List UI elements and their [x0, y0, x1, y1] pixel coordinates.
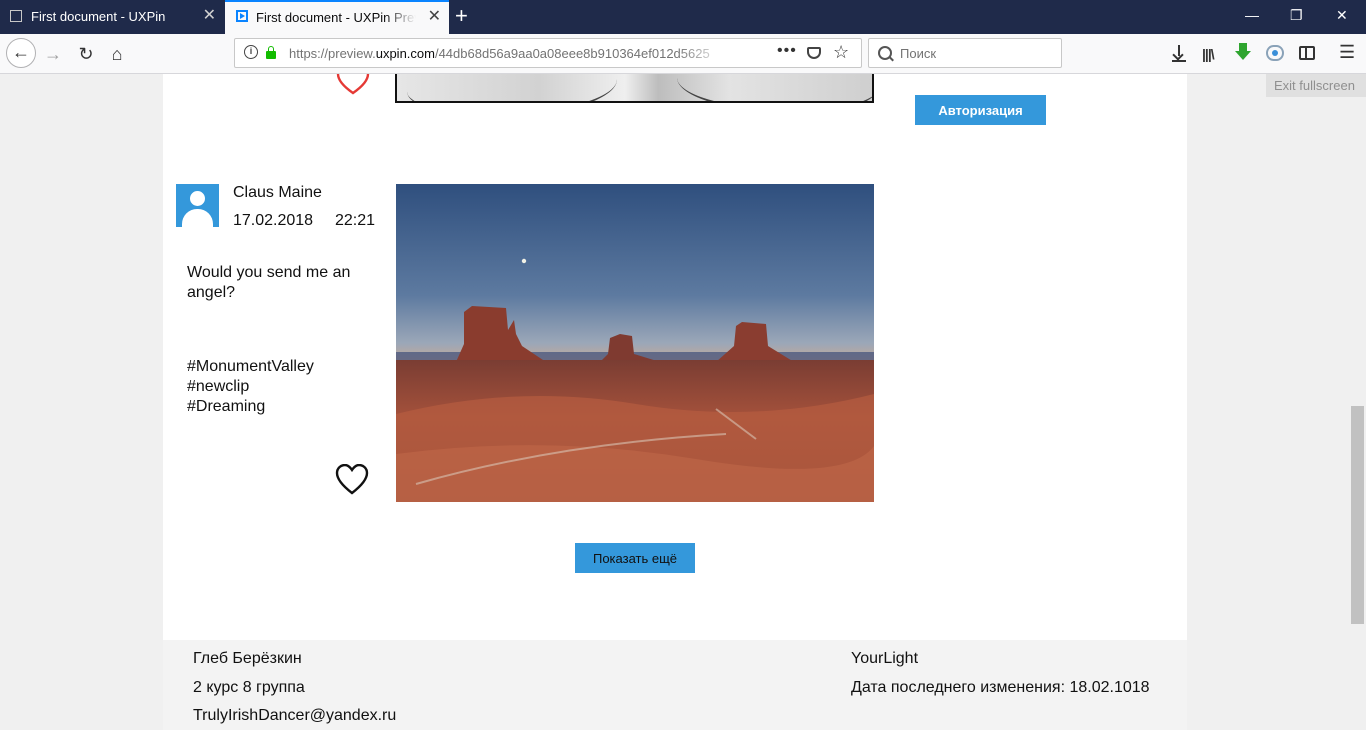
login-button[interactable]: Авторизация: [915, 95, 1046, 125]
home-button[interactable]: ⌂: [103, 40, 131, 68]
avatar[interactable]: [176, 184, 219, 227]
heart-icon[interactable]: [335, 464, 369, 496]
extension-download-icon[interactable]: [1235, 43, 1255, 63]
post-time: 22:21: [335, 212, 376, 229]
restore-icon[interactable]: ❐: [1290, 7, 1303, 24]
page-actions-icon[interactable]: •••: [777, 42, 797, 60]
uxpin-preview-icon: [236, 10, 248, 22]
footer-last-modified: Дата последнего изменения: 18.02.1018: [851, 679, 1150, 696]
sidebar-icon[interactable]: [1299, 46, 1315, 60]
url-text[interactable]: https://preview.uxpin.com/44db68d56a9aa0…: [289, 46, 729, 61]
user-icon: [190, 191, 205, 206]
post-photo[interactable]: [396, 184, 874, 502]
footer: Глеб Берёзкин 2 курс 8 группа TrulyIrish…: [163, 640, 1187, 730]
previous-post-photo: [395, 74, 874, 103]
hashtag-link[interactable]: #MonumentValley: [187, 357, 314, 377]
info-icon[interactable]: i: [244, 45, 258, 59]
post-date: 17.02.2018: [233, 212, 314, 229]
menu-icon[interactable]: ☰: [1339, 43, 1359, 63]
show-more-button[interactable]: Показать ещё: [575, 543, 695, 573]
bookmark-star-icon[interactable]: ☆: [833, 42, 849, 63]
back-button[interactable]: ←: [6, 38, 36, 68]
footer-group: 2 курс 8 группа: [193, 679, 305, 696]
heart-icon-liked[interactable]: [336, 74, 370, 96]
lock-icon: [266, 46, 276, 59]
close-window-icon[interactable]: ✕: [1336, 7, 1348, 24]
download-icon[interactable]: [1170, 44, 1190, 64]
navigation-toolbar: ← → ↻ ⌂ i https://preview.uxpin.com/44db…: [0, 34, 1366, 74]
close-tab-icon[interactable]: ✕: [203, 7, 216, 25]
close-tab-icon[interactable]: ✕: [428, 8, 441, 26]
exit-fullscreen-tooltip[interactable]: Exit fullscreen: [1266, 74, 1366, 97]
address-bar[interactable]: i https://preview.uxpin.com/44db68d56a9a…: [234, 38, 862, 68]
monument-valley-photo: [396, 184, 874, 502]
footer-email[interactable]: TrulyIrishDancer@yandex.ru: [193, 707, 396, 725]
post-tags: #MonumentValley #newclip #Dreaming: [187, 357, 314, 417]
hashtag-link[interactable]: #newclip: [187, 377, 314, 397]
pocket-icon[interactable]: [807, 47, 821, 59]
footer-author-name: Глеб Берёзкин: [193, 650, 302, 667]
post-author[interactable]: Claus Maine: [233, 184, 322, 202]
footer-brand: YourLight: [851, 650, 919, 667]
minimize-icon[interactable]: —: [1245, 7, 1259, 23]
hashtag-link[interactable]: #Dreaming: [187, 397, 314, 417]
tab-first-document[interactable]: First document - UXPin ✕: [0, 0, 224, 34]
tab-title: First document - UXPin Preview: [256, 10, 416, 25]
tab-title: First document - UXPin: [31, 9, 166, 24]
page-viewport: Авторизация Claus Maine 17.02.2018 22:21…: [0, 74, 1350, 730]
search-placeholder: Поиск: [900, 46, 937, 61]
tab-first-document-preview[interactable]: First document - UXPin Preview ✕: [225, 0, 449, 34]
scrollbar-thumb[interactable]: [1351, 406, 1364, 624]
post-text: Would you send me an angel?: [187, 264, 351, 301]
feed-content: Авторизация Claus Maine 17.02.2018 22:21…: [163, 74, 1187, 640]
tab-strip: First document - UXPin ✕ First document …: [0, 0, 1366, 34]
extension-eye-icon[interactable]: [1266, 45, 1284, 61]
page-icon: [10, 10, 22, 22]
scrollbar[interactable]: [1350, 74, 1366, 730]
new-tab-button[interactable]: +: [455, 3, 468, 29]
search-icon: [878, 46, 892, 60]
forward-button[interactable]: →: [39, 40, 67, 68]
library-icon[interactable]: |||\: [1202, 44, 1222, 64]
search-box[interactable]: Поиск: [868, 38, 1062, 68]
reload-button[interactable]: ↻: [72, 40, 100, 68]
